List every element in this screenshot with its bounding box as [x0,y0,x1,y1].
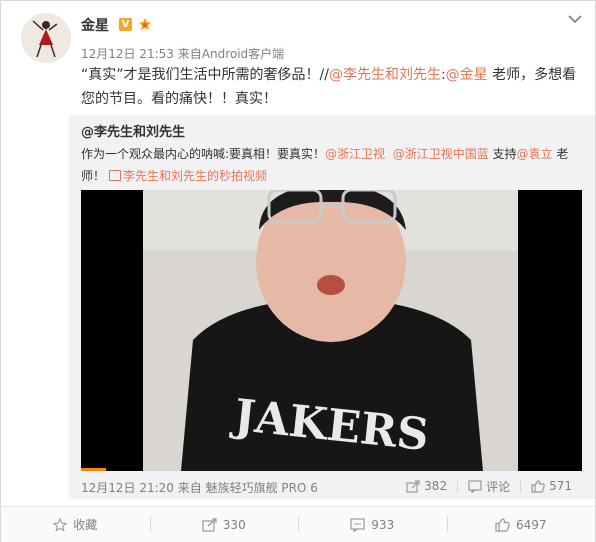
comment-icon [468,479,482,493]
favorite-label: 收藏 [73,518,98,532]
post-time[interactable]: 12月12日 21:53 [81,47,174,61]
post-source: Android客户端 [201,47,285,61]
like-button[interactable]: 6497 [446,507,596,542]
repost-content: 作为一个观众最内心的呐喊:要真相！要真实！@浙江卫视 @浙江卫视中国蓝 支持@袁… [81,143,586,187]
repost-text-part1: 作为一个观众最内心的呐喊:要真相！要真实！ [81,147,326,161]
repost-count: 330 [222,517,246,532]
forward-icon [202,517,217,532]
thumbs-up-icon [495,517,510,532]
thumbs-up-icon [531,479,545,493]
repost-like-count: 571 [549,479,572,493]
forward-icon [406,479,420,493]
mention-li-liu[interactable]: @李先生和刘先生 [329,67,441,83]
repost-time[interactable]: 12月12日 21:20 [81,481,174,495]
video-player[interactable]: JAKERS [81,190,582,471]
chevron-down-icon[interactable] [567,13,583,25]
favorite-button[interactable]: 收藏 [1,507,150,542]
repost-source-prefix: 来自 [177,481,202,495]
mention-zjtv[interactable]: @浙江卫视 [325,147,385,161]
repost-username[interactable]: @李先生和刘先生 [81,121,185,140]
repost-actions: 382 评论 571 [396,479,582,494]
comment-button[interactable]: 933 [298,507,447,542]
repost-forward-button[interactable]: 382 [396,479,457,493]
repost-like-button[interactable]: 571 [520,479,582,493]
video-frame: JAKERS [81,190,582,471]
mention-zjtv-blue[interactable]: @浙江卫视中国蓝 [393,147,489,161]
post-meta: 12月12日 21:53 来自Android客户端 [81,45,284,62]
repost-meta: 12月12日 21:20 来自 魅族轻巧旗舰 PRO 6 [81,479,318,496]
repost-button[interactable]: 330 [149,507,299,542]
repost-comment-button[interactable]: 评论 [457,479,520,494]
mention-yuanli[interactable]: @袁立 [517,147,553,161]
star-icon [53,517,68,532]
video-link[interactable]: 李先生和刘先生的秒拍视频 [123,169,267,183]
like-count: 6497 [515,517,547,532]
comment-count: 933 [371,517,395,532]
avatar[interactable] [21,13,71,63]
post-content: “真实”才是我们生活中所需的奢侈品！//@李先生和刘先生:@金星 老师，多想看您… [81,63,581,111]
video-progress[interactable] [81,468,107,471]
repost-forward-count: 382 [424,479,448,493]
post-text-part1: “真实”才是我们生活中所需的奢侈品！// [81,67,329,83]
repost-comment-label: 评论 [486,479,511,494]
mention-jinxing[interactable]: @金星 [446,67,488,83]
repost-text-part2: 支持 [488,147,517,161]
weibo-post-card: 金星 V 12月12日 21:53 来自Android客户端 “真实”才是我们生… [0,0,596,542]
username[interactable]: 金星 [81,15,109,35]
level-badge-icon [139,18,151,30]
video-link-icon [109,170,122,181]
comment-icon [350,517,365,532]
repost-footer: 12月12日 21:20 来自 魅族轻巧旗舰 PRO 6 382 评论 571 [81,479,582,495]
repost-source: 魅族轻巧旗舰 PRO 6 [205,481,318,495]
action-bar: 收藏 330 933 6497 [1,506,595,542]
reposted-weibo: @李先生和刘先生 作为一个观众最内心的呐喊:要真相！要真实！@浙江卫视 @浙江卫… [69,115,595,499]
source-prefix: 来自 [177,47,202,61]
verified-badge: V [119,18,132,31]
